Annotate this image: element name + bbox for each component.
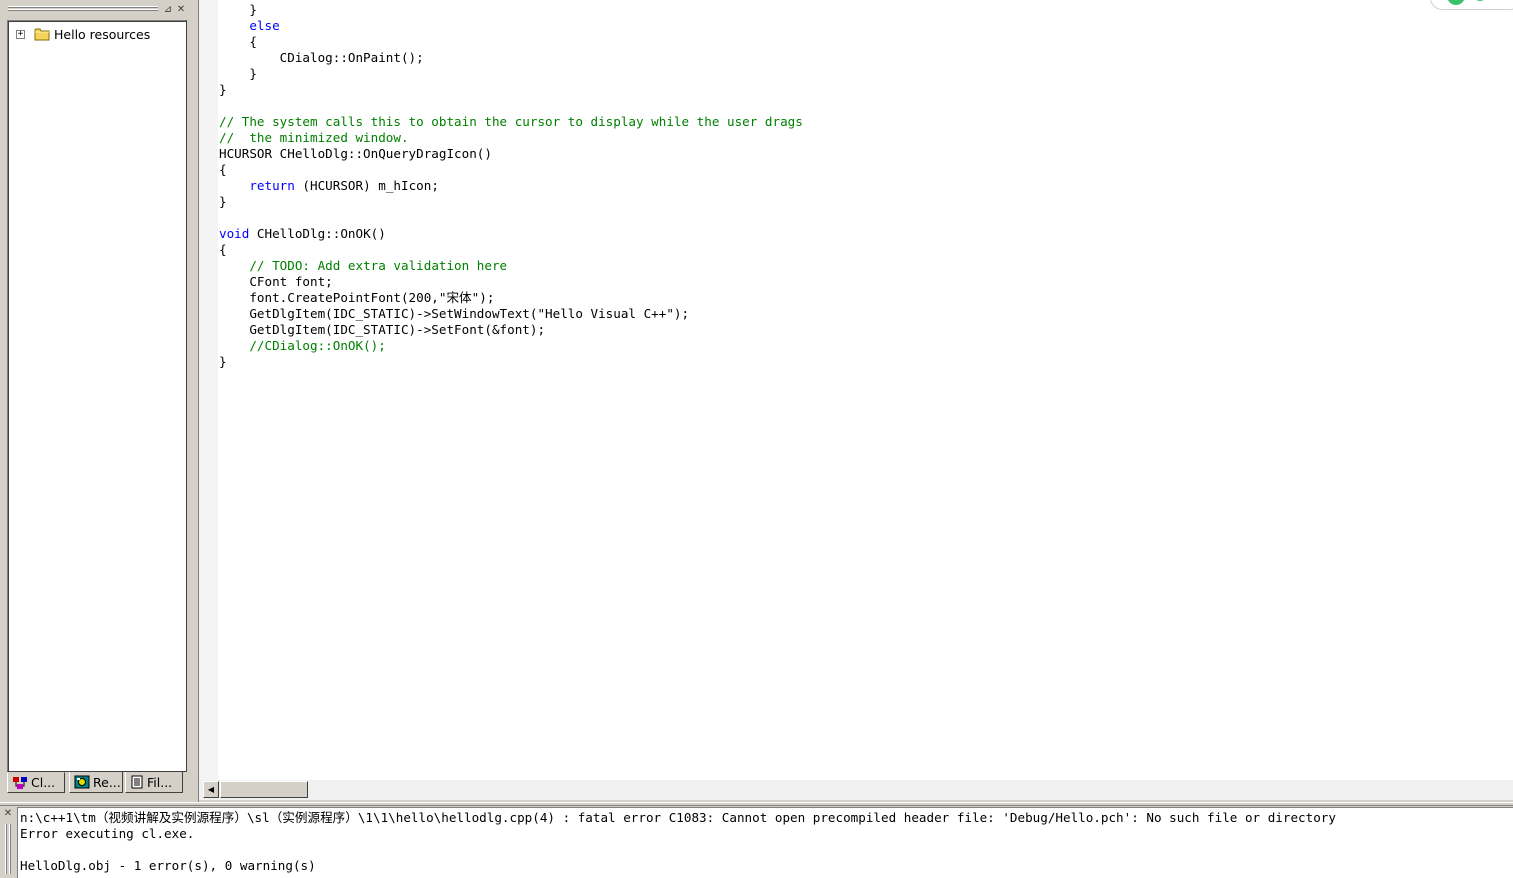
code-token: } xyxy=(219,194,227,209)
class-view-icon xyxy=(13,776,27,789)
code-token: { xyxy=(219,242,227,257)
code-line: } xyxy=(219,354,803,370)
code-line: GetDlgItem(IDC_STATIC)->SetWindowText("H… xyxy=(219,306,803,322)
output-gripper[interactable] xyxy=(3,824,13,874)
code-token: HCURSOR CHelloDlg::OnQueryDragIcon() xyxy=(219,146,492,161)
build-output[interactable]: n:\c++1\tm（视频讲解及实例源程序）\sl（实例源程序）\1\1\hel… xyxy=(17,807,1513,878)
workspace-maximize-button[interactable]: ⊿ xyxy=(162,4,174,15)
code-comment: //CDialog::OnOK(); xyxy=(249,338,386,353)
code-text: } else { CDialog::OnPaint(); }}// The sy… xyxy=(219,2,803,370)
tree-expand-icon[interactable]: + xyxy=(16,29,25,39)
output-pane: ✕ n:\c++1\tm（视频讲解及实例源程序）\sl（实例源程序）\1\1\h… xyxy=(0,806,1513,878)
tree-item-label: Hello resources xyxy=(54,26,151,42)
code-token: } xyxy=(219,66,257,81)
code-editor[interactable]: } else { CDialog::OnPaint(); }}// The sy… xyxy=(199,0,1513,780)
code-token: { xyxy=(219,34,257,49)
code-keyword: else xyxy=(249,18,280,33)
code-token: CFont font; xyxy=(219,274,333,289)
tab-class-view[interactable]: Cl... xyxy=(7,772,65,793)
corner-badge xyxy=(1430,0,1513,10)
code-line: { xyxy=(219,34,803,50)
code-line: // the minimized window. xyxy=(219,130,803,146)
code-token: { xyxy=(219,162,227,177)
code-line: } xyxy=(219,2,803,18)
tab-label: Re... xyxy=(93,774,121,790)
file-view-icon xyxy=(131,775,143,789)
tab-resource-view[interactable]: Re... xyxy=(69,772,123,793)
output-line: HelloDlg.obj - 1 error(s), 0 warning(s) xyxy=(20,858,316,873)
code-line: CFont font; xyxy=(219,274,803,290)
code-line: else xyxy=(219,18,803,34)
code-token: } xyxy=(219,354,227,369)
scroll-left-arrow-icon[interactable]: ◀ xyxy=(203,781,219,798)
code-comment: // TODO: Add extra validation here xyxy=(249,258,508,273)
code-line: } xyxy=(219,194,803,210)
code-keyword: void xyxy=(219,226,250,241)
output-line: Error executing cl.exe. xyxy=(20,826,195,841)
code-line: //CDialog::OnOK(); xyxy=(219,338,803,354)
workspace-gripper[interactable] xyxy=(8,5,158,13)
scrollbar-thumb[interactable] xyxy=(220,781,308,798)
folder-icon xyxy=(34,28,50,41)
code-line: { xyxy=(219,242,803,258)
code-line: HCURSOR CHelloDlg::OnQueryDragIcon() xyxy=(219,146,803,162)
workspace-pane: ⊿ ✕ + Hello resources Cl... Re... Fil... xyxy=(0,0,194,802)
code-line: void CHelloDlg::OnOK() xyxy=(219,226,803,242)
tab-label: Fil... xyxy=(147,774,173,790)
code-line: } xyxy=(219,82,803,98)
code-token: } xyxy=(219,2,257,17)
code-line: // TODO: Add extra validation here xyxy=(219,258,803,274)
code-line: // The system calls this to obtain the c… xyxy=(219,114,803,130)
code-token: (HCURSOR) m_hIcon; xyxy=(294,178,439,193)
code-comment: // the minimized window. xyxy=(219,130,409,145)
tree-item-hello-resources[interactable]: + Hello resources xyxy=(16,26,150,42)
output-close-button[interactable]: ✕ xyxy=(3,809,13,819)
code-token: } xyxy=(219,82,227,97)
code-line: return (HCURSOR) m_hIcon; xyxy=(219,178,803,194)
editor-selection-margin[interactable] xyxy=(199,0,218,780)
output-line: n:\c++1\tm（视频讲解及实例源程序）\sl（实例源程序）\1\1\hel… xyxy=(20,810,1336,825)
code-token: CHelloDlg::OnOK() xyxy=(249,226,386,241)
code-line: CDialog::OnPaint(); xyxy=(219,50,803,66)
tab-file-view[interactable]: Fil... xyxy=(125,772,183,793)
code-line: { xyxy=(219,162,803,178)
tab-label: Cl... xyxy=(31,775,56,790)
code-token: font.CreatePointFont(200,"宋体"); xyxy=(219,290,495,305)
code-line: GetDlgItem(IDC_STATIC)->SetFont(&font); xyxy=(219,322,803,338)
resource-view-icon xyxy=(74,775,90,789)
code-comment: // The system calls this to obtain the c… xyxy=(219,114,803,129)
resource-tree: + Hello resources xyxy=(7,20,187,772)
workspace-close-button[interactable]: ✕ xyxy=(175,4,187,15)
code-line: font.CreatePointFont(200,"宋体"); xyxy=(219,290,803,306)
code-token: GetDlgItem(IDC_STATIC)->SetFont(&font); xyxy=(219,322,546,337)
code-token: GetDlgItem(IDC_STATIC)->SetWindowText("H… xyxy=(219,306,690,321)
code-line: } xyxy=(219,66,803,82)
build-output-lines: n:\c++1\tm（视频讲解及实例源程序）\sl（实例源程序）\1\1\hel… xyxy=(20,810,1336,874)
code-keyword: return xyxy=(249,178,295,193)
editor-horizontal-scrollbar[interactable]: ◀ xyxy=(199,780,1513,800)
workspace-tabs: Cl... Re... Fil... xyxy=(7,772,193,796)
code-token: CDialog::OnPaint(); xyxy=(219,50,424,65)
